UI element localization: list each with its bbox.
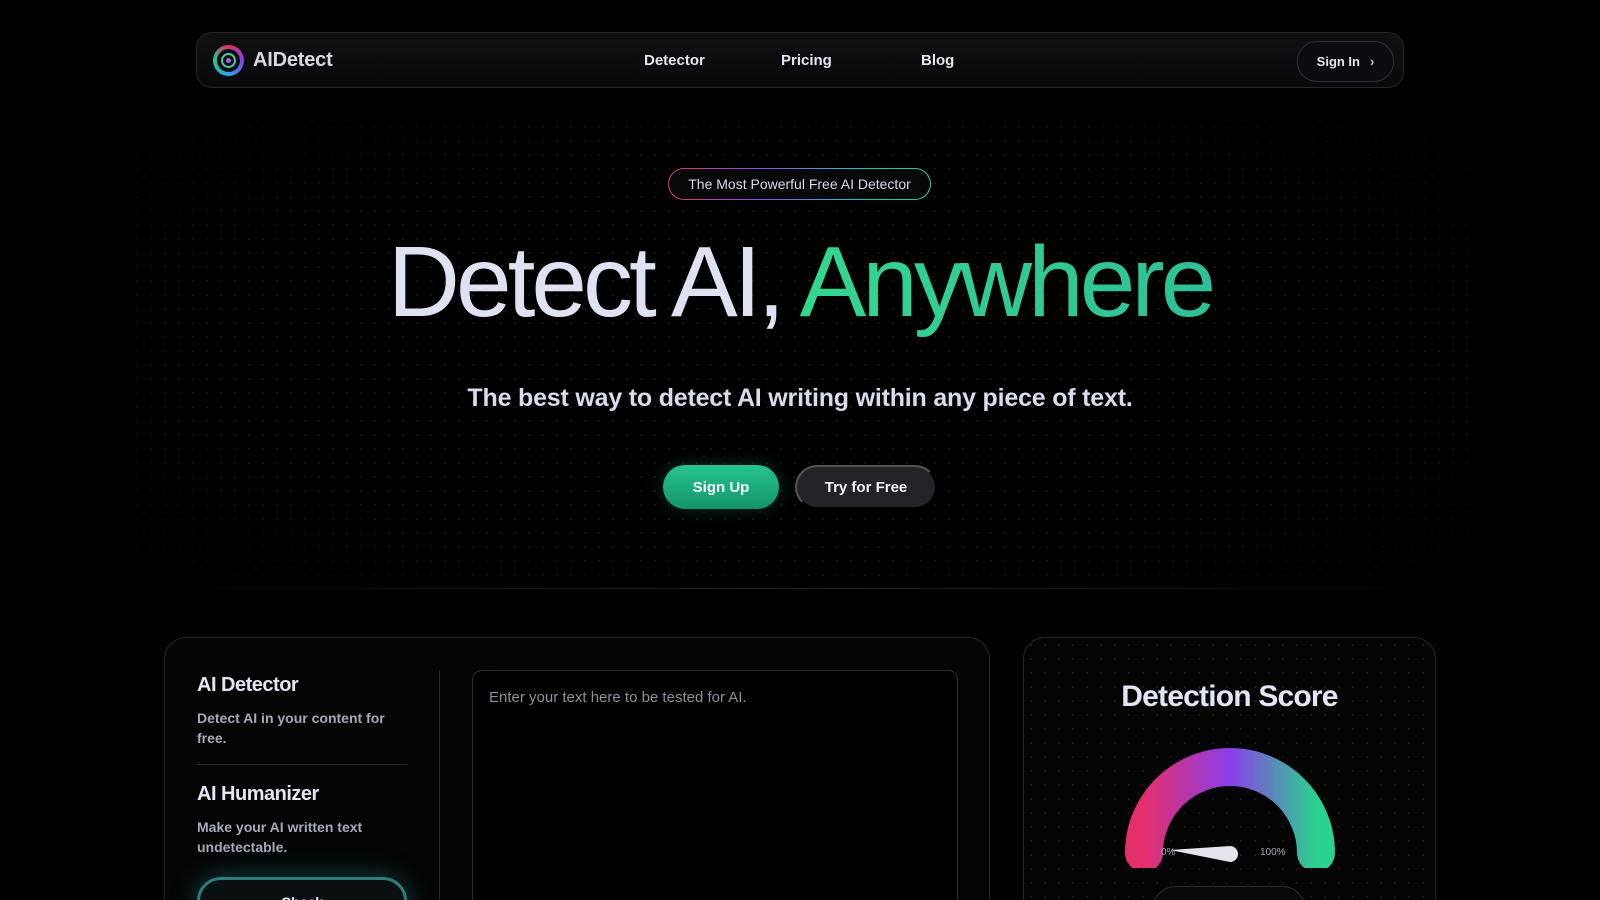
- try-for-free-button[interactable]: Try for Free: [795, 465, 937, 509]
- nav-link-blog[interactable]: Blog: [921, 52, 954, 69]
- gauge-arc: [1125, 748, 1335, 868]
- score-gauge: [1125, 748, 1335, 868]
- tool-list: AI Detector Detect AI in your content fo…: [197, 674, 407, 857]
- score-title: Detection Score: [1121, 680, 1338, 713]
- chevron-right-icon: ›: [1370, 54, 1375, 69]
- score-panel: Detection Score 0% 100%: [1023, 637, 1436, 900]
- tool-title: AI Humanizer: [197, 783, 319, 805]
- gauge-max-label: 100%: [1260, 847, 1286, 858]
- sign-up-button[interactable]: Sign Up: [663, 465, 779, 509]
- tool-item-ai-humanizer[interactable]: AI Humanizer Make your AI written text u…: [197, 783, 407, 857]
- tool-description: Detect AI in your content for free.: [197, 710, 385, 746]
- brand-name: AIDetect: [253, 49, 333, 71]
- tool-title: AI Detector: [197, 674, 299, 696]
- gauge-min-label: 0%: [1161, 847, 1176, 858]
- nav-link-pricing[interactable]: Pricing: [781, 52, 832, 69]
- panel-divider: [439, 670, 440, 900]
- navbar: AIDetect Detector Pricing Blog Sign In ›: [196, 32, 1404, 88]
- hero-subheadline: The best way to detect AI writing within…: [467, 384, 1133, 412]
- tool-divider: [197, 764, 407, 765]
- hero-headline: Detect AI, Anywhere: [0, 222, 1600, 342]
- text-input[interactable]: [472, 670, 958, 900]
- hero-divider: [130, 588, 1468, 589]
- tool-item-ai-detector[interactable]: AI Detector Detect AI in your content fo…: [197, 674, 407, 748]
- brand-link[interactable]: AIDetect: [213, 45, 333, 76]
- hero-badge: The Most Powerful Free AI Detector: [668, 168, 931, 200]
- sign-in-label: Sign In: [1316, 54, 1360, 69]
- detector-panel: AI Detector Detect AI in your content fo…: [164, 637, 990, 900]
- gauge-needle: [1170, 846, 1238, 862]
- headline-accent: Anywhere: [799, 226, 1217, 338]
- page: AIDetect Detector Pricing Blog Sign In ›…: [0, 0, 1600, 900]
- check-button[interactable]: Check: [197, 877, 407, 900]
- hero-badge-text: The Most Powerful Free AI Detector: [669, 169, 930, 199]
- score-value-pill: [1152, 886, 1306, 900]
- headline-main: Detect AI,: [387, 226, 786, 338]
- target-icon: [213, 45, 244, 76]
- sign-in-button[interactable]: Sign In ›: [1297, 41, 1394, 82]
- nav-link-detector[interactable]: Detector: [644, 52, 705, 69]
- tool-description: Make your AI written text undetectable.: [197, 819, 363, 855]
